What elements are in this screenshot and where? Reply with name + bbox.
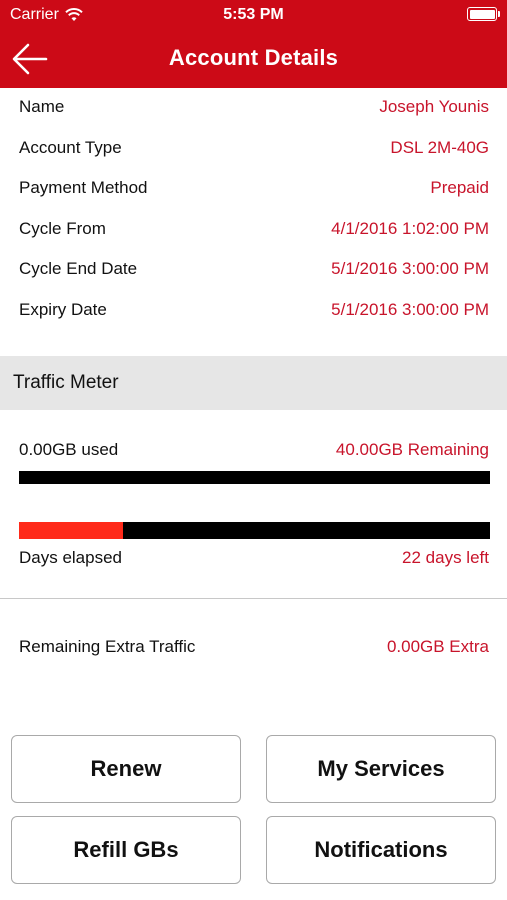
detail-label: Cycle From bbox=[19, 218, 106, 238]
detail-label: Name bbox=[19, 97, 65, 116]
section-title: Traffic Meter bbox=[13, 372, 119, 393]
detail-row-cycle-end-date: Cycle End Date 5/1/2016 3:00:00 PM bbox=[0, 250, 507, 291]
detail-label: Payment Method bbox=[19, 178, 148, 197]
nav-bar: Account Details bbox=[0, 30, 507, 88]
detail-value: Prepaid bbox=[430, 178, 489, 197]
divider bbox=[0, 598, 507, 599]
detail-row-cycle-from: Cycle From 4/1/2016 1:02:00 PM bbox=[0, 210, 507, 251]
used-label: 0.00GB used bbox=[19, 440, 119, 459]
detail-row-payment-method: Payment Method Prepaid bbox=[0, 169, 507, 210]
days-left-label: 22 days left bbox=[402, 548, 489, 567]
extra-traffic-label: Remaining Extra Traffic bbox=[19, 637, 196, 656]
renew-button[interactable]: Renew bbox=[11, 735, 241, 803]
detail-value: Joseph Younis bbox=[379, 97, 489, 116]
refill-gbs-button[interactable]: Refill GBs bbox=[11, 816, 241, 884]
detail-value: 4/1/2016 1:02:00 PM bbox=[331, 218, 489, 238]
my-services-button[interactable]: My Services bbox=[266, 735, 496, 803]
detail-row-account-type: Account Type DSL 2M-40G bbox=[0, 129, 507, 170]
traffic-meter-header: Traffic Meter bbox=[0, 356, 507, 410]
remaining-label: 40.00GB Remaining bbox=[335, 440, 489, 459]
detail-label: Account Type bbox=[19, 137, 122, 157]
account-details-list: Name Joseph Younis Account Type DSL 2M-4… bbox=[0, 88, 507, 331]
days-elapsed-bar bbox=[19, 522, 490, 539]
detail-label: Cycle End Date bbox=[19, 259, 138, 278]
status-bar: Carrier 5:53 PM bbox=[0, 0, 507, 30]
notifications-button[interactable]: Notifications bbox=[266, 816, 496, 884]
data-usage-bar bbox=[19, 471, 490, 484]
detail-row-expiry-date: Expiry Date 5/1/2016 3:00:00 PM bbox=[0, 291, 507, 332]
app-header: Carrier 5:53 PM Account Details bbox=[0, 0, 507, 88]
detail-value: DSL 2M-40G bbox=[390, 137, 489, 157]
detail-row-name: Name Joseph Younis bbox=[0, 88, 507, 129]
page-title: Account Details bbox=[168, 45, 339, 70]
days-elapsed-label: Days elapsed bbox=[19, 548, 123, 567]
detail-value: 5/1/2016 3:00:00 PM bbox=[331, 259, 489, 278]
detail-label: Expiry Date bbox=[19, 299, 107, 319]
extra-traffic-value: 0.00GB Extra bbox=[386, 637, 489, 656]
detail-value: 5/1/2016 3:00:00 PM bbox=[331, 299, 489, 319]
status-time: 5:53 PM bbox=[223, 6, 284, 23]
battery-icon bbox=[467, 7, 500, 21]
days-elapsed-fill bbox=[19, 522, 123, 539]
